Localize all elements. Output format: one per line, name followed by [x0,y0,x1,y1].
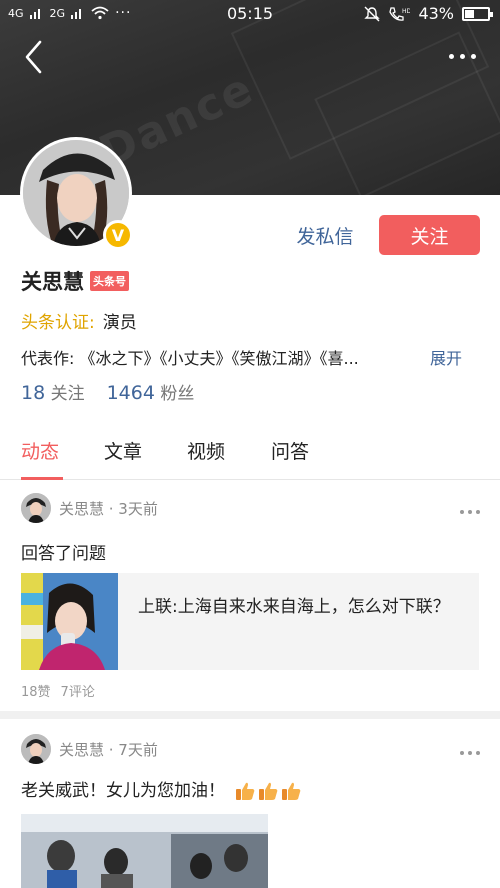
dot [476,751,480,755]
post-more-button[interactable] [460,751,480,755]
post-text-content: 老关威武！女儿为您加油！ [21,781,225,801]
dot [476,510,480,514]
active-tab-indicator [21,477,63,480]
likes-count[interactable]: 18赞 [21,681,51,700]
profile-name: 关思慧 [21,270,84,294]
post-more-button[interactable] [460,510,480,514]
status-right: HD 43% [364,4,493,23]
thumbs-up-icon [259,782,278,800]
battery-fill [465,9,475,18]
works-value: 《冰之下》《小丈夫》《笑傲江湖》《喜... [79,349,359,368]
tab-articles[interactable]: 文章 [104,437,142,464]
back-button[interactable] [18,38,52,76]
expand-link[interactable]: 展开 [430,345,462,369]
tab-qa[interactable]: 问答 [271,437,309,464]
battery-percent: 43% [418,4,454,23]
dot [459,53,465,59]
works-label: 代表作: [21,349,75,368]
hd-call-icon: HD [389,6,410,21]
following-label: 关注 [50,384,85,404]
dot [468,751,472,755]
qa-card[interactable]: 上联:上海自来水来自海上，怎么对下联？ [21,573,479,670]
dot [448,53,454,59]
post-image-content [21,814,268,888]
thumbs-up-icon [236,782,255,800]
toutiao-badge: 头条号 [90,271,129,291]
fans-label: 粉丝 [160,384,195,404]
certification-value: 演员 [102,313,137,333]
post-avatar[interactable] [21,493,51,523]
comments-count[interactable]: 7评论 [61,681,95,700]
dot [468,510,472,514]
post-meta: 关思慧 · 3天前 [59,499,158,518]
tab-videos[interactable]: 视频 [187,437,225,464]
post-meta: 关思慧 · 7天前 [59,740,158,759]
post-header: 关思慧 · 7天前 [21,734,158,764]
fans-count: 1464 [106,382,155,404]
feed-divider [0,711,500,719]
qa-thumbnail [21,573,118,670]
more-options-button[interactable] [444,48,480,64]
verified-badge-icon: V [103,220,133,250]
post-avatar[interactable] [21,734,51,764]
fans-stat[interactable]: 1464 粉丝 [107,379,195,404]
following-stat[interactable]: 18 关注 [21,379,85,404]
post-avatar-image [21,493,51,523]
post-text: 老关威武！女儿为您加油！ [21,776,302,802]
certification-label: 头条认证: [21,313,95,333]
representative-works-row: 代表作: 《冰之下》《小丈夫》《笑傲江湖》《喜... 展开 [21,345,481,369]
send-message-button[interactable]: 发私信 [282,216,368,254]
thumbs-up-emojis [234,780,302,802]
battery-icon [462,6,493,21]
svg-text:HD: HD [402,8,410,15]
post-stats: 18赞 7评论 [21,681,95,700]
post-header: 关思慧 · 3天前 [21,493,158,523]
following-count: 18 [21,382,46,404]
dot [460,510,464,514]
status-bar: 4G 2G ··· 05:15 HD 43% [0,0,500,28]
profile-name-row: 关思慧 头条号 [21,266,129,296]
qa-thumbnail-image [21,573,118,670]
post-avatar-image [21,734,51,764]
dot [460,751,464,755]
stats-row: 18 关注 1464 粉丝 [21,379,194,404]
certification-row: 头条认证: 演员 [21,308,137,333]
dot [470,53,476,59]
follow-button[interactable]: 关注 [379,215,480,255]
thumbs-up-icon [282,782,301,800]
content-tabs: 动态 文章 视频 问答 [0,426,500,480]
mute-icon [364,6,381,21]
qa-question-text: 上联:上海自来水来自海上，怎么对下联？ [138,597,450,617]
tab-dynamics[interactable]: 动态 [21,437,59,464]
chevron-left-icon [25,40,42,74]
post-text: 回答了问题 [21,544,106,564]
post-image[interactable] [21,814,268,888]
